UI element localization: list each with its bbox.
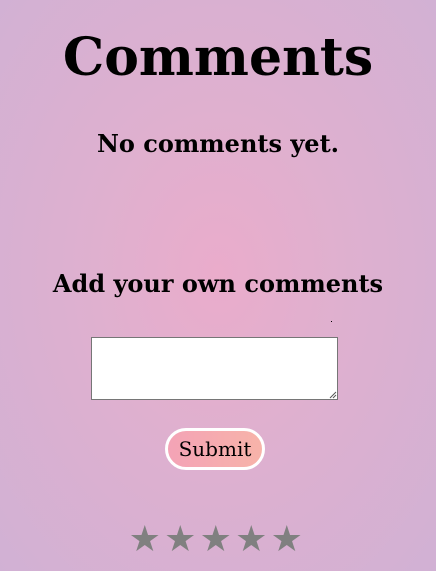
star-icon-5[interactable]: ★ — [269, 520, 305, 560]
submit-button[interactable]: Submit — [165, 428, 265, 470]
star-icon-3[interactable]: ★ — [198, 520, 234, 560]
star-icon-4[interactable]: ★ — [234, 520, 270, 560]
stray-dot — [331, 321, 332, 322]
star-rating: ★ ★ ★ ★ ★ — [127, 520, 305, 560]
add-comment-heading: Add your own comments — [52, 269, 384, 298]
page-title: Comments — [62, 27, 374, 88]
star-icon-2[interactable]: ★ — [163, 520, 199, 560]
no-comments-message: No comments yet. — [96, 129, 340, 158]
star-icon-1[interactable]: ★ — [127, 520, 163, 560]
comment-textarea[interactable] — [91, 337, 338, 400]
